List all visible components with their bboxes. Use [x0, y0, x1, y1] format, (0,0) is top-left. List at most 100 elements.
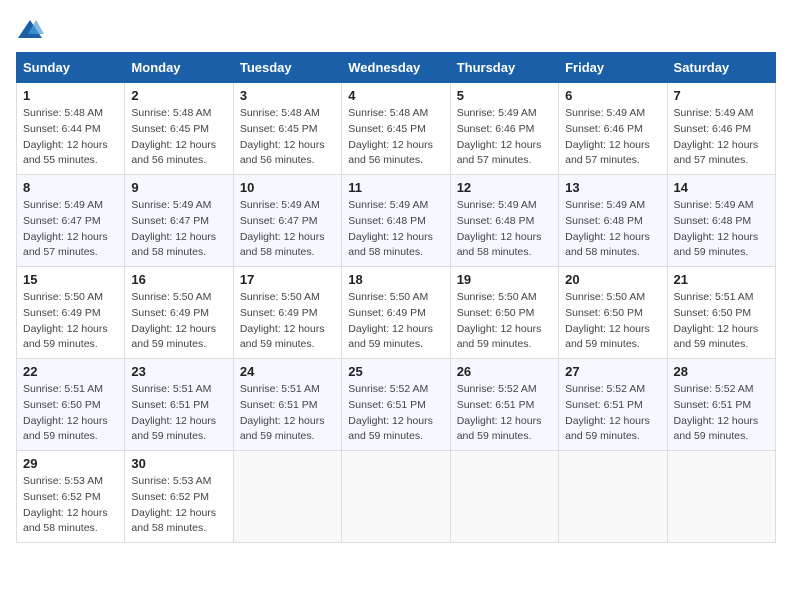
- day-number: 28: [674, 364, 769, 379]
- day-number: 23: [131, 364, 226, 379]
- calendar-table: SundayMondayTuesdayWednesdayThursdayFrid…: [16, 52, 776, 543]
- calendar-week-row: 22 Sunrise: 5:51 AM Sunset: 6:50 PM Dayl…: [17, 359, 776, 451]
- sunrise-label: Sunrise: 5:49 AM: [674, 107, 754, 119]
- sunset-label: Sunset: 6:51 PM: [674, 399, 752, 411]
- sunset-label: Sunset: 6:52 PM: [131, 491, 209, 503]
- calendar-cell: 27 Sunrise: 5:52 AM Sunset: 6:51 PM Dayl…: [559, 359, 667, 451]
- sunrise-label: Sunrise: 5:52 AM: [457, 383, 537, 395]
- calendar-cell: [667, 451, 775, 543]
- day-info: Sunrise: 5:50 AM Sunset: 6:50 PM Dayligh…: [565, 290, 660, 353]
- day-info: Sunrise: 5:48 AM Sunset: 6:45 PM Dayligh…: [131, 106, 226, 169]
- daylight-label: Daylight: 12 hours and 55 minutes.: [23, 139, 108, 167]
- day-number: 16: [131, 272, 226, 287]
- sunset-label: Sunset: 6:50 PM: [565, 307, 643, 319]
- calendar-cell: 21 Sunrise: 5:51 AM Sunset: 6:50 PM Dayl…: [667, 267, 775, 359]
- day-info: Sunrise: 5:50 AM Sunset: 6:50 PM Dayligh…: [457, 290, 552, 353]
- daylight-label: Daylight: 12 hours and 59 minutes.: [348, 415, 433, 443]
- calendar-cell: 5 Sunrise: 5:49 AM Sunset: 6:46 PM Dayli…: [450, 83, 558, 175]
- daylight-label: Daylight: 12 hours and 59 minutes.: [565, 323, 650, 351]
- calendar-week-row: 29 Sunrise: 5:53 AM Sunset: 6:52 PM Dayl…: [17, 451, 776, 543]
- day-number: 14: [674, 180, 769, 195]
- calendar-cell: 19 Sunrise: 5:50 AM Sunset: 6:50 PM Dayl…: [450, 267, 558, 359]
- sunset-label: Sunset: 6:46 PM: [674, 123, 752, 135]
- sunrise-label: Sunrise: 5:48 AM: [240, 107, 320, 119]
- weekday-header: Friday: [559, 53, 667, 83]
- day-info: Sunrise: 5:49 AM Sunset: 6:48 PM Dayligh…: [348, 198, 443, 261]
- day-number: 17: [240, 272, 335, 287]
- daylight-label: Daylight: 12 hours and 58 minutes.: [23, 507, 108, 535]
- calendar-cell: 14 Sunrise: 5:49 AM Sunset: 6:48 PM Dayl…: [667, 175, 775, 267]
- weekday-header: Monday: [125, 53, 233, 83]
- sunrise-label: Sunrise: 5:49 AM: [348, 199, 428, 211]
- day-number: 8: [23, 180, 118, 195]
- daylight-label: Daylight: 12 hours and 57 minutes.: [457, 139, 542, 167]
- logo: [16, 16, 48, 44]
- calendar-cell: 28 Sunrise: 5:52 AM Sunset: 6:51 PM Dayl…: [667, 359, 775, 451]
- day-number: 4: [348, 88, 443, 103]
- daylight-label: Daylight: 12 hours and 58 minutes.: [131, 231, 216, 259]
- day-info: Sunrise: 5:49 AM Sunset: 6:48 PM Dayligh…: [457, 198, 552, 261]
- daylight-label: Daylight: 12 hours and 59 minutes.: [674, 323, 759, 351]
- calendar-cell: 4 Sunrise: 5:48 AM Sunset: 6:45 PM Dayli…: [342, 83, 450, 175]
- calendar-cell: [233, 451, 341, 543]
- sunrise-label: Sunrise: 5:50 AM: [457, 291, 537, 303]
- sunset-label: Sunset: 6:45 PM: [348, 123, 426, 135]
- sunset-label: Sunset: 6:51 PM: [457, 399, 535, 411]
- day-info: Sunrise: 5:52 AM Sunset: 6:51 PM Dayligh…: [457, 382, 552, 445]
- daylight-label: Daylight: 12 hours and 59 minutes.: [674, 231, 759, 259]
- daylight-label: Daylight: 12 hours and 59 minutes.: [240, 323, 325, 351]
- day-info: Sunrise: 5:50 AM Sunset: 6:49 PM Dayligh…: [131, 290, 226, 353]
- sunset-label: Sunset: 6:49 PM: [131, 307, 209, 319]
- weekday-header: Thursday: [450, 53, 558, 83]
- daylight-label: Daylight: 12 hours and 59 minutes.: [674, 415, 759, 443]
- calendar-cell: 23 Sunrise: 5:51 AM Sunset: 6:51 PM Dayl…: [125, 359, 233, 451]
- sunrise-label: Sunrise: 5:50 AM: [23, 291, 103, 303]
- day-number: 25: [348, 364, 443, 379]
- calendar-cell: [342, 451, 450, 543]
- calendar-cell: 8 Sunrise: 5:49 AM Sunset: 6:47 PM Dayli…: [17, 175, 125, 267]
- day-number: 18: [348, 272, 443, 287]
- day-info: Sunrise: 5:50 AM Sunset: 6:49 PM Dayligh…: [240, 290, 335, 353]
- calendar-cell: 11 Sunrise: 5:49 AM Sunset: 6:48 PM Dayl…: [342, 175, 450, 267]
- calendar-cell: 26 Sunrise: 5:52 AM Sunset: 6:51 PM Dayl…: [450, 359, 558, 451]
- sunrise-label: Sunrise: 5:48 AM: [348, 107, 428, 119]
- weekday-header-row: SundayMondayTuesdayWednesdayThursdayFrid…: [17, 53, 776, 83]
- day-info: Sunrise: 5:50 AM Sunset: 6:49 PM Dayligh…: [348, 290, 443, 353]
- daylight-label: Daylight: 12 hours and 59 minutes.: [23, 415, 108, 443]
- daylight-label: Daylight: 12 hours and 56 minutes.: [348, 139, 433, 167]
- sunrise-label: Sunrise: 5:49 AM: [131, 199, 211, 211]
- sunrise-label: Sunrise: 5:51 AM: [131, 383, 211, 395]
- sunset-label: Sunset: 6:44 PM: [23, 123, 101, 135]
- calendar-week-row: 8 Sunrise: 5:49 AM Sunset: 6:47 PM Dayli…: [17, 175, 776, 267]
- sunset-label: Sunset: 6:52 PM: [23, 491, 101, 503]
- sunset-label: Sunset: 6:51 PM: [348, 399, 426, 411]
- day-info: Sunrise: 5:51 AM Sunset: 6:51 PM Dayligh…: [131, 382, 226, 445]
- sunset-label: Sunset: 6:46 PM: [565, 123, 643, 135]
- sunset-label: Sunset: 6:51 PM: [131, 399, 209, 411]
- sunrise-label: Sunrise: 5:49 AM: [240, 199, 320, 211]
- daylight-label: Daylight: 12 hours and 59 minutes.: [565, 415, 650, 443]
- day-number: 7: [674, 88, 769, 103]
- day-info: Sunrise: 5:52 AM Sunset: 6:51 PM Dayligh…: [674, 382, 769, 445]
- sunset-label: Sunset: 6:45 PM: [131, 123, 209, 135]
- weekday-header: Wednesday: [342, 53, 450, 83]
- daylight-label: Daylight: 12 hours and 59 minutes.: [348, 323, 433, 351]
- sunset-label: Sunset: 6:51 PM: [240, 399, 318, 411]
- calendar-cell: 29 Sunrise: 5:53 AM Sunset: 6:52 PM Dayl…: [17, 451, 125, 543]
- sunrise-label: Sunrise: 5:52 AM: [674, 383, 754, 395]
- day-number: 26: [457, 364, 552, 379]
- day-number: 6: [565, 88, 660, 103]
- calendar-cell: 17 Sunrise: 5:50 AM Sunset: 6:49 PM Dayl…: [233, 267, 341, 359]
- day-number: 2: [131, 88, 226, 103]
- calendar-cell: 30 Sunrise: 5:53 AM Sunset: 6:52 PM Dayl…: [125, 451, 233, 543]
- sunrise-label: Sunrise: 5:50 AM: [240, 291, 320, 303]
- weekday-header: Saturday: [667, 53, 775, 83]
- sunset-label: Sunset: 6:47 PM: [23, 215, 101, 227]
- calendar-cell: 15 Sunrise: 5:50 AM Sunset: 6:49 PM Dayl…: [17, 267, 125, 359]
- daylight-label: Daylight: 12 hours and 59 minutes.: [240, 415, 325, 443]
- day-number: 21: [674, 272, 769, 287]
- day-number: 9: [131, 180, 226, 195]
- calendar-cell: [450, 451, 558, 543]
- day-info: Sunrise: 5:51 AM Sunset: 6:51 PM Dayligh…: [240, 382, 335, 445]
- day-info: Sunrise: 5:49 AM Sunset: 6:48 PM Dayligh…: [565, 198, 660, 261]
